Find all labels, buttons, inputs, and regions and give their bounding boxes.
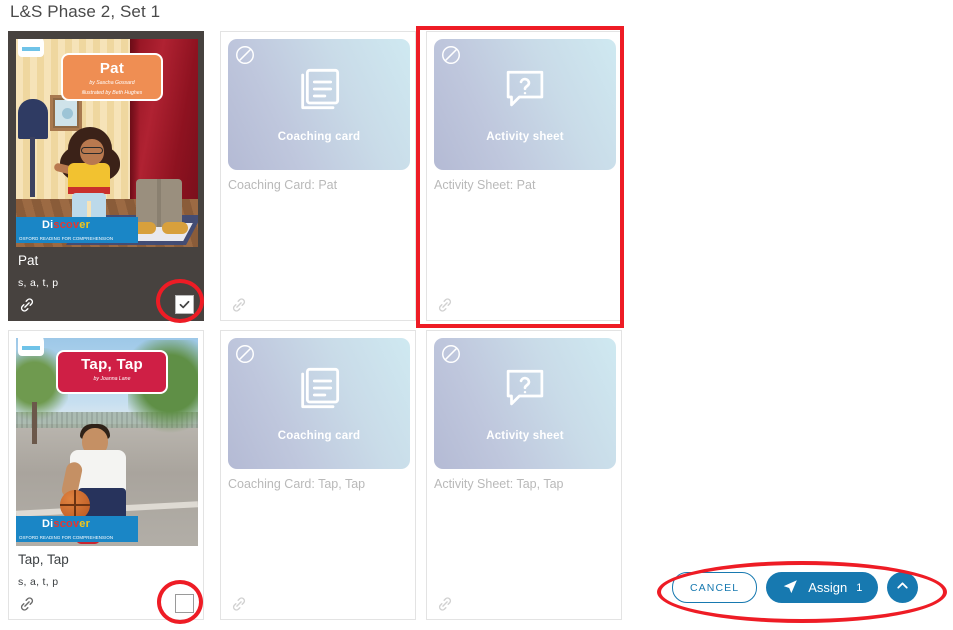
activity-sheet-title: Activity Sheet: Tap, Tap bbox=[434, 477, 564, 491]
prohibited-icon bbox=[234, 44, 256, 66]
prohibited-icon bbox=[440, 44, 462, 66]
link-icon[interactable] bbox=[435, 594, 455, 614]
publisher-logo: Discover OXFORD READING FOR COMPREHENSIO… bbox=[16, 516, 138, 542]
activity-sheet-card-tap-tap[interactable]: Activity sheet Activity Sheet: Tap, Tap bbox=[426, 330, 622, 620]
scroll-up-button[interactable] bbox=[887, 572, 919, 603]
book-cover-image: Tap, Tap by Joanna Lane Discover OXFORD … bbox=[16, 338, 198, 546]
page-title: L&S Phase 2, Set 1 bbox=[10, 2, 161, 21]
coaching-card-thumbnail: Coaching card bbox=[228, 338, 410, 469]
activity-sheet-thumbnail: Activity sheet bbox=[434, 39, 616, 170]
book-card-tap-tap[interactable]: Tap, Tap by Joanna Lane Discover OXFORD … bbox=[8, 330, 204, 620]
publisher-logo: Discover OXFORD READING FOR COMPREHENSIO… bbox=[16, 217, 138, 243]
book-cover-image: Pat by Sascha Gossard illustrated by Bet… bbox=[16, 39, 198, 247]
book-select-checkbox[interactable] bbox=[175, 594, 194, 613]
activity-sheet-thumbnail: Activity sheet bbox=[434, 338, 616, 469]
prohibited-icon bbox=[440, 343, 462, 365]
publisher-logo-subtitle: OXFORD READING FOR COMPREHENSION bbox=[19, 236, 114, 241]
pages-icon bbox=[291, 360, 347, 421]
link-icon[interactable] bbox=[17, 594, 37, 614]
link-icon[interactable] bbox=[229, 594, 249, 614]
chevron-up-icon bbox=[894, 577, 911, 599]
publisher-logo-mark bbox=[18, 338, 44, 356]
cover-author: by Sascha Gossard bbox=[89, 80, 135, 86]
book-title: Pat bbox=[18, 253, 39, 268]
cancel-button[interactable]: CANCEL bbox=[672, 572, 758, 603]
cover-title-box: Tap, Tap by Joanna Lane bbox=[56, 350, 168, 394]
assign-button-label: Assign bbox=[808, 580, 848, 595]
book-sounds: s, a, t, p bbox=[18, 576, 59, 588]
question-bubble-icon bbox=[498, 360, 552, 419]
publisher-logo-subtitle: OXFORD READING FOR COMPREHENSION bbox=[19, 535, 114, 540]
cover-title-box: Pat by Sascha Gossard illustrated by Bet… bbox=[61, 53, 163, 101]
prohibited-icon bbox=[234, 343, 256, 365]
paper-plane-icon bbox=[782, 578, 799, 598]
activity-sheet-thumb-label: Activity sheet bbox=[486, 430, 564, 442]
question-bubble-icon bbox=[498, 61, 552, 120]
link-icon[interactable] bbox=[229, 295, 249, 315]
book-select-checkbox[interactable] bbox=[175, 295, 194, 314]
coaching-card-thumb-label: Coaching card bbox=[277, 430, 361, 442]
book-sounds: s, a, t, p bbox=[18, 277, 59, 289]
book-card-pat[interactable]: Pat by Sascha Gossard illustrated by Bet… bbox=[8, 31, 204, 321]
pages-icon bbox=[291, 61, 347, 122]
action-buttons: CANCEL Assign 1 bbox=[672, 572, 919, 603]
assign-button[interactable]: Assign 1 bbox=[766, 572, 879, 603]
coaching-card-title: Coaching Card: Tap, Tap bbox=[228, 477, 366, 491]
publisher-logo-mark bbox=[18, 39, 44, 57]
activity-sheet-title: Activity Sheet: Pat bbox=[434, 178, 536, 192]
coaching-card-thumbnail: Coaching card bbox=[228, 39, 410, 170]
cover-illustrator: illustrated by Beth Hughes bbox=[81, 90, 143, 97]
book-title: Tap, Tap bbox=[18, 552, 69, 567]
coaching-card-tap-tap[interactable]: Coaching card Coaching Card: Tap, Tap bbox=[220, 330, 416, 620]
coaching-card-pat[interactable]: Coaching card Coaching Card: Pat bbox=[220, 31, 416, 321]
cover-title: Pat bbox=[99, 60, 125, 77]
link-icon[interactable] bbox=[435, 295, 455, 315]
coaching-card-thumb-label: Coaching card bbox=[277, 131, 361, 143]
cover-author: by Joanna Lane bbox=[93, 376, 131, 382]
activity-sheet-card-pat[interactable]: Activity sheet Activity Sheet: Pat bbox=[426, 31, 622, 321]
assign-count: 1 bbox=[856, 581, 863, 594]
cover-title: Tap, Tap bbox=[81, 356, 143, 373]
link-icon[interactable] bbox=[17, 295, 37, 315]
coaching-card-title: Coaching Card: Pat bbox=[228, 178, 338, 192]
activity-sheet-thumb-label: Activity sheet bbox=[486, 131, 564, 143]
